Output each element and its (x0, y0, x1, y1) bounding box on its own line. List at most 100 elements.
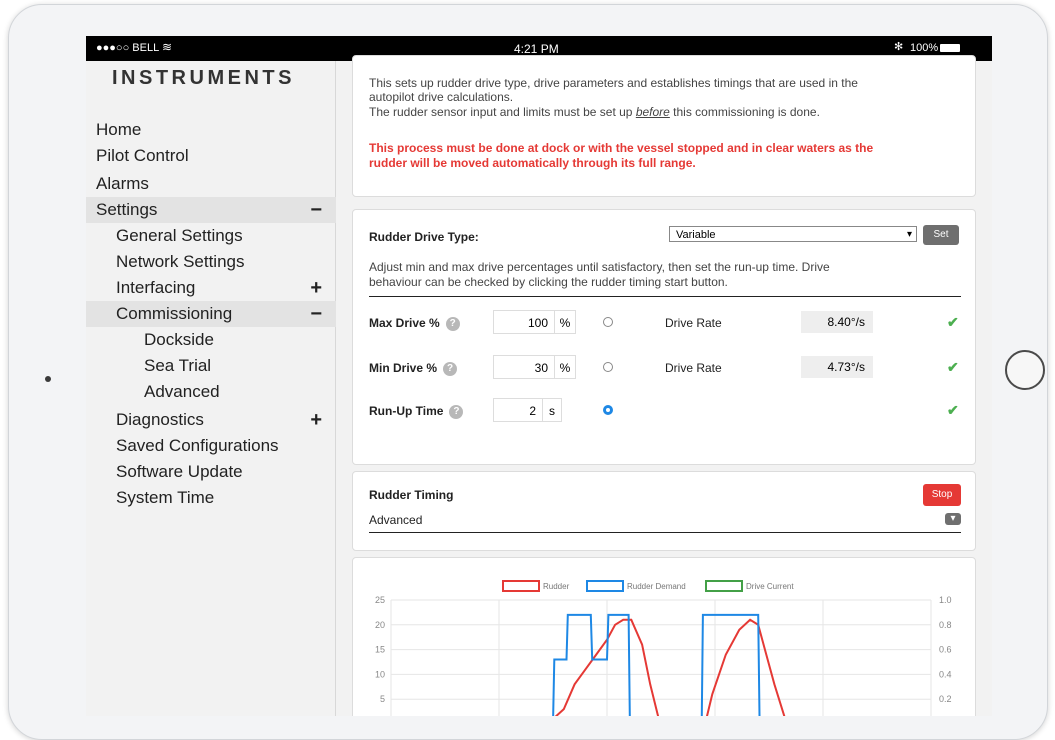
max-drive-radio[interactable] (603, 317, 613, 327)
drive-type-select[interactable]: Variable ▾ (669, 226, 917, 242)
series-line-rudder-demand (552, 613, 761, 716)
sidebar-item-label: Network Settings (116, 252, 245, 271)
sidebar-item-settings[interactable]: Settings − (86, 197, 336, 223)
sidebar: INSTRUMENTS Home Pilot Control Alarms Se… (86, 61, 336, 716)
battery-label: 100% (910, 42, 939, 54)
divider (369, 532, 961, 533)
sidebar-item-pilot-control[interactable]: Pilot Control (86, 143, 336, 169)
sidebar-item-commissioning[interactable]: Commissioning − (86, 301, 336, 327)
drive-settings-card: Rudder Drive Type: Variable ▾ Set Adjust… (352, 209, 976, 465)
sidebar-item-label: Diagnostics (116, 410, 204, 429)
y-tick-label-left: 10 (375, 669, 385, 679)
min-drive-radio[interactable] (603, 362, 613, 372)
collapse-icon[interactable]: − (310, 301, 322, 327)
stop-button[interactable]: Stop (923, 484, 961, 506)
min-drive-input[interactable]: 30 (493, 355, 555, 379)
max-drive-label-text: Max Drive % (369, 316, 440, 330)
intro-text-part: The rudder sensor input and limits must … (369, 105, 636, 119)
sidebar-item-software-update[interactable]: Software Update (86, 459, 336, 485)
max-drive-unit: % (554, 310, 576, 334)
collapse-icon[interactable]: − (310, 197, 322, 223)
chevron-down-icon: ▾ (906, 229, 912, 240)
run-up-time-label-text: Run-Up Time (369, 404, 444, 418)
help-icon[interactable]: ? (449, 404, 464, 419)
series-line-rudder (554, 618, 786, 716)
rudder-chart: 051015202500.20.40.60.81.0RudderRudder D… (375, 580, 952, 716)
check-icon: ✔ (947, 314, 959, 330)
min-drive-rate-value: 4.73°/s (801, 356, 873, 378)
intro-text-part: this commissioning is done. (669, 105, 820, 119)
check-icon: ✔ (947, 402, 959, 418)
sidebar-item-label: System Time (116, 488, 215, 507)
sidebar-item-system-time[interactable]: System Time (86, 485, 336, 511)
legend-label: Drive Current (746, 582, 794, 591)
wifi-icon: ≋ (162, 40, 173, 54)
check-icon: ✔ (947, 359, 959, 375)
sidebar-item-home[interactable]: Home (86, 117, 336, 143)
sidebar-item-label: Pilot Control (96, 146, 189, 165)
legend-swatch (586, 580, 624, 592)
drive-rate-label: Drive Rate (665, 316, 722, 330)
intro-card: This sets up rudder drive type, drive pa… (352, 55, 976, 197)
y-tick-label-right: 0.2 (939, 694, 952, 704)
sidebar-item-label: Alarms (96, 174, 149, 193)
set-button[interactable]: Set (923, 225, 959, 245)
main-content: This sets up rudder drive type, drive pa… (336, 55, 992, 716)
sidebar-item-interfacing[interactable]: Interfacing + (86, 275, 336, 301)
help-icon[interactable]: ? (443, 361, 458, 376)
divider (369, 296, 961, 297)
expand-icon[interactable]: + (310, 275, 322, 301)
intro-text: The rudder sensor input and limits must … (369, 105, 820, 119)
legend-label: Rudder Demand (627, 582, 686, 591)
sidebar-item-label: Home (96, 120, 142, 139)
rudder-timing-card: Rudder Timing Stop Advanced ▾ (352, 471, 976, 551)
sidebar-item-advanced[interactable]: Advanced (86, 379, 336, 405)
run-up-time-label: Run-Up Time? (369, 404, 464, 419)
sidebar-item-alarms[interactable]: Alarms (86, 171, 336, 197)
warning-text: This process must be done at dock or wit… (369, 141, 874, 155)
drive-rate-label: Drive Rate (665, 361, 722, 375)
drive-help-text: behaviour can be checked by clicking the… (369, 275, 728, 289)
warning-text: rudder will be moved automatically throu… (369, 156, 696, 170)
camera-icon (45, 376, 51, 382)
sidebar-item-label: Software Update (116, 462, 243, 481)
legend-swatch (502, 580, 540, 592)
min-drive-label: Min Drive %? (369, 361, 458, 376)
sidebar-item-diagnostics[interactable]: Diagnostics + (86, 407, 336, 433)
sidebar-item-network-settings[interactable]: Network Settings (86, 249, 336, 275)
logo: INSTRUMENTS (112, 67, 295, 89)
drive-type-value: Variable (676, 229, 716, 241)
chart-card: 051015202500.20.40.60.81.0RudderRudder D… (352, 557, 976, 716)
device-screen: ●●●○○ BELL ≋ 4:21 PM ✻ 100% INSTRUMENTS … (86, 36, 992, 716)
sidebar-item-dockside[interactable]: Dockside (86, 327, 336, 353)
run-up-time-unit: s (542, 398, 562, 422)
rudder-timing-title: Rudder Timing (369, 488, 454, 502)
sidebar-item-sea-trial[interactable]: Sea Trial (86, 353, 336, 379)
expand-icon[interactable]: + (310, 407, 322, 433)
help-icon[interactable]: ? (445, 316, 460, 331)
sidebar-item-saved-configurations[interactable]: Saved Configurations (86, 433, 336, 459)
max-drive-label: Max Drive %? (369, 316, 460, 331)
run-up-time-radio[interactable] (603, 405, 613, 415)
timing-mode-value[interactable]: Advanced (369, 513, 422, 527)
bluetooth-icon: ✻ (894, 41, 904, 53)
intro-text: This sets up rudder drive type, drive pa… (369, 76, 858, 90)
sidebar-item-label: Interfacing (116, 278, 196, 297)
sidebar-item-label: Commissioning (116, 304, 233, 323)
sidebar-item-label: Advanced (144, 382, 220, 401)
emphasis-text: before (635, 105, 670, 119)
sidebar-item-general-settings[interactable]: General Settings (86, 223, 336, 249)
min-drive-label-text: Min Drive % (369, 361, 438, 375)
drive-help-text: Adjust min and max drive percentages unt… (369, 260, 830, 274)
y-tick-label-left: 5 (380, 694, 385, 704)
max-drive-input[interactable]: 100 (493, 310, 555, 334)
run-up-time-input[interactable]: 2 (493, 398, 543, 422)
y-tick-label-left: 15 (375, 645, 385, 655)
home-button[interactable] (1005, 350, 1045, 390)
legend-label: Rudder (543, 582, 570, 591)
y-tick-label-right: 0.6 (939, 645, 952, 655)
y-tick-label-left: 20 (375, 620, 385, 630)
sidebar-item-label: Saved Configurations (116, 436, 279, 455)
dropdown-toggle-icon[interactable]: ▾ (945, 513, 961, 525)
legend-swatch (705, 580, 743, 592)
